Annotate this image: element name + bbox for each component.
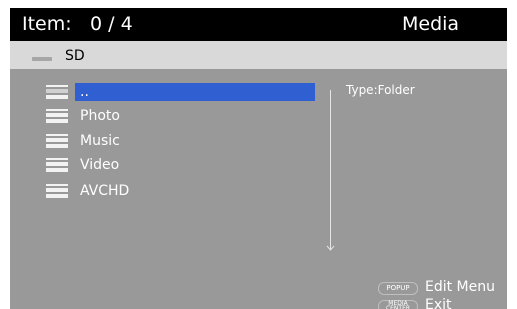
folder-icon [46,184,68,198]
list-item-photo[interactable]: Photo [44,107,324,125]
list-item-label: .. [80,84,89,100]
list-item-label: Music [80,133,120,149]
item-label: Item: [22,13,72,35]
scroll-down-icon [326,245,335,251]
item-count: 0 / 4 [90,13,133,35]
location-bar: SD [10,41,507,69]
list-item-label: Photo [80,108,120,124]
folder-icon [46,109,68,123]
list-item-music[interactable]: Music [44,132,324,150]
panel-divider [330,90,331,250]
type-info: Type:Folder [346,83,415,97]
folder-up-icon [46,85,68,99]
folder-icon [46,158,68,172]
drive-icon [32,57,52,61]
media-screen: Item: 0 / 4 Media SD .. Photo Music Vide… [10,8,507,309]
popup-key-icon: POPUP [378,282,418,295]
screen-title: Media [402,13,460,35]
location-label: SD [65,48,85,64]
list-item-video[interactable]: Video [44,156,324,174]
selection-highlight: .. [75,83,315,101]
list-item-avchd[interactable]: AVCHD [44,182,324,200]
list-item-parent[interactable]: .. [44,83,324,101]
list-item-label: Video [80,157,120,173]
list-item-label: AVCHD [80,183,130,199]
hint-label: Edit Menu [425,279,495,295]
hint-label: Exit [425,297,452,309]
media-center-key-icon: MEDIA CENTER [378,300,418,309]
header-bar: Item: 0 / 4 Media [10,8,507,41]
folder-icon [46,134,68,148]
